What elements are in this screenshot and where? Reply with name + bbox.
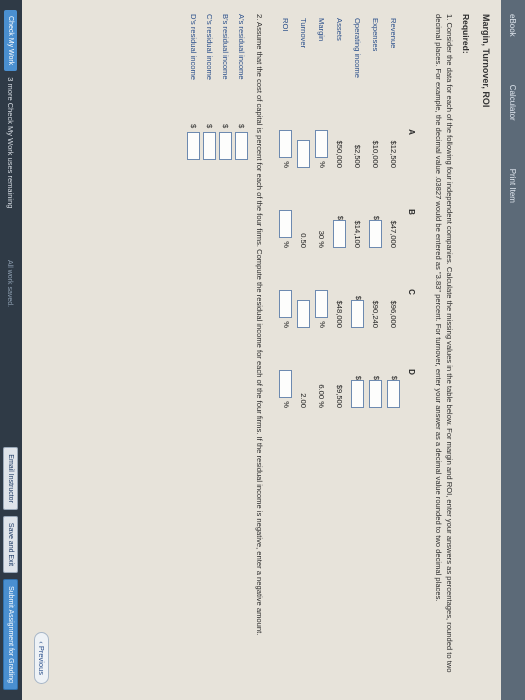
col-header-d: D xyxy=(407,369,417,375)
residual-label: D's residual income xyxy=(189,14,199,81)
turnover-c-input[interactable] xyxy=(297,300,311,328)
roi-c-input[interactable] xyxy=(279,290,293,319)
residual-label: C's residual income xyxy=(205,14,215,81)
cell-value: $9,500 xyxy=(335,384,345,408)
question-2-text: 2. Assume that the cost of capital is pe… xyxy=(255,14,264,636)
footer-bar: Check My Work 3 more Check My Work uses … xyxy=(0,0,22,700)
table-row: Turnover 0.50 2.00 xyxy=(295,14,313,412)
email-instructor-button[interactable]: Email Instructor xyxy=(3,447,19,510)
row-label: Operating income xyxy=(353,18,363,78)
assets-b-input[interactable] xyxy=(333,220,347,248)
residual-row-c: C's residual income $ xyxy=(202,14,218,674)
roi-b-input[interactable] xyxy=(279,210,293,239)
roi-d-input[interactable] xyxy=(279,370,293,399)
top-toolbar: eBook Calculator Print Item xyxy=(501,0,525,700)
cell-value: $90,240 xyxy=(371,300,381,328)
table-row: Assets $50,000 $ $48,000 $9,500 xyxy=(331,14,349,412)
margin-c-input[interactable] xyxy=(315,290,329,319)
submit-assignment-button[interactable]: Submit Assignment for Grading xyxy=(3,579,19,690)
table-row: ROI % % % % xyxy=(277,14,295,412)
check-remaining-text: 3 more Check My Work uses remaining xyxy=(6,77,16,209)
cell-value: $12,500 xyxy=(389,140,399,168)
save-status: All work saved. xyxy=(6,260,13,308)
table-row: Revenue $12,500 $47,000 $96,000 $ xyxy=(385,14,403,412)
row-label: Revenue xyxy=(389,18,399,49)
data-table: A B C D Revenue $12,500 $47,000 $96,000 … xyxy=(277,14,421,412)
operating-income-d-input[interactable] xyxy=(351,380,365,408)
row-label: Margin xyxy=(317,18,327,42)
cell-value: $50,000 xyxy=(335,140,345,168)
check-my-work-button[interactable]: Check My Work xyxy=(4,10,18,72)
chevron-left-icon: ‹ xyxy=(37,641,46,644)
table-row: Expenses $10,000 $ $90,240 $ xyxy=(367,14,385,412)
page-title: Margin, Turnover, ROI xyxy=(481,14,491,108)
row-label: Turnover xyxy=(299,18,309,49)
table-row: Margin % 30 % % 6.00 % xyxy=(313,14,331,412)
row-label: Expenses xyxy=(371,18,381,52)
residual-c-input[interactable] xyxy=(203,132,217,160)
roi-a-input[interactable] xyxy=(279,130,293,159)
cell-value: $96,000 xyxy=(389,300,399,328)
question-1-text: 1. Consider the data for each of the fol… xyxy=(434,14,454,673)
residual-b-input[interactable] xyxy=(219,132,233,160)
residual-row-b: B's residual income $ xyxy=(218,14,234,674)
cell-value: 2.00 xyxy=(299,393,309,408)
residual-row-d: D's residual income $ xyxy=(186,14,202,674)
assignment-screen: eBook Calculator Print Item Margin, Turn… xyxy=(0,0,525,700)
residual-a-input[interactable] xyxy=(235,132,249,160)
residual-label: B's residual income xyxy=(221,14,231,80)
residual-label: A's residual income xyxy=(237,14,247,80)
cell-value: $48,000 xyxy=(335,300,345,328)
col-header-c: C xyxy=(407,289,417,295)
required-heading: Required: xyxy=(461,14,471,54)
residual-d-input[interactable] xyxy=(187,132,201,160)
save-exit-button[interactable]: Save and Exit xyxy=(3,515,19,574)
revenue-d-input[interactable] xyxy=(387,380,401,408)
turnover-a-input[interactable] xyxy=(297,140,311,168)
table-row: Operating income $2,500 $14,100 $ $ xyxy=(349,14,367,412)
expenses-b-input[interactable] xyxy=(369,220,383,248)
col-header-a: A xyxy=(407,129,417,135)
cell-value: $14,100 xyxy=(353,220,363,248)
residual-income-section: A's residual income $ B's residual incom… xyxy=(186,14,250,674)
residual-row-a: A's residual income $ xyxy=(234,14,250,674)
cell-value: $10,000 xyxy=(371,140,381,168)
col-header-b: B xyxy=(407,209,417,215)
expenses-d-input[interactable] xyxy=(369,380,383,408)
margin-a-input[interactable] xyxy=(315,130,329,159)
print-item-link[interactable]: Print Item xyxy=(509,169,518,203)
ebook-link[interactable]: eBook xyxy=(509,14,518,37)
cell-value: 6.00 % xyxy=(317,384,327,408)
question-content: Margin, Turnover, ROI Required: 1. Consi… xyxy=(186,14,491,674)
calculator-link[interactable]: Calculator xyxy=(509,85,518,121)
operating-income-c-input[interactable] xyxy=(351,300,365,328)
previous-button[interactable]: ‹ Previous xyxy=(34,632,49,684)
cell-value: 0.50 xyxy=(299,233,309,248)
cell-value: $47,000 xyxy=(389,220,399,248)
row-label: Assets xyxy=(335,18,345,41)
cell-value: $2,500 xyxy=(353,144,363,168)
row-label: ROI xyxy=(281,18,291,32)
cell-value: 30 % xyxy=(317,230,327,248)
